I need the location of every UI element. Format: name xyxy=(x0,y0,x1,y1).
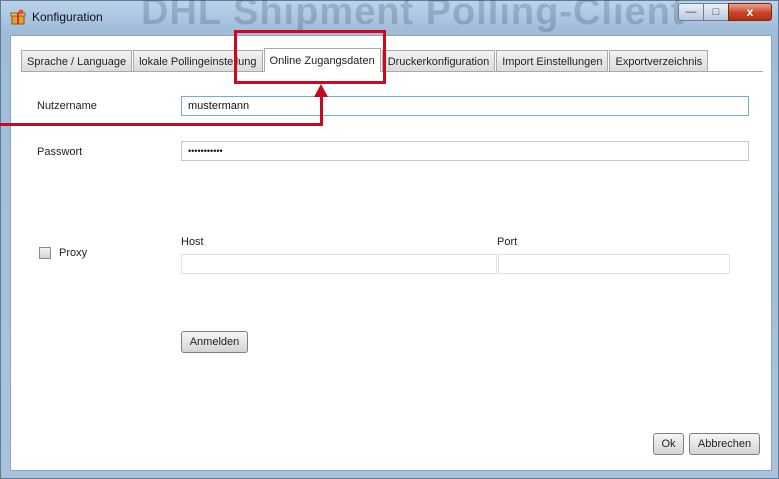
minimize-icon: — xyxy=(685,6,697,18)
proxy-label: Proxy xyxy=(59,247,88,259)
username-input[interactable]: mustermann xyxy=(181,96,749,116)
minimize-button[interactable]: — xyxy=(678,3,704,21)
title-bar[interactable]: DHL Shipment Polling-Client Konfiguratio… xyxy=(1,0,779,35)
password-input[interactable]: ••••••••••• xyxy=(181,141,749,161)
login-button[interactable]: Anmelden xyxy=(181,331,248,353)
tab-sprache-language[interactable]: Sprache / Language xyxy=(21,50,133,72)
annotation-arrow-line-vertical xyxy=(320,96,323,126)
port-input[interactable] xyxy=(498,254,730,274)
annotation-arrowhead-icon xyxy=(314,84,328,97)
dialog-client-area: Sprache / Language lokale Pollingeinstel… xyxy=(10,35,772,471)
tab-panel-online-zugangsdaten: Nutzername mustermann Passwort •••••••••… xyxy=(21,71,763,462)
tab-exportverzeichnis[interactable]: Exportverzeichnis xyxy=(609,50,709,72)
app-package-icon xyxy=(10,9,26,25)
tab-strip: Sprache / Language lokale Pollingeinstel… xyxy=(21,48,709,72)
password-label: Passwort xyxy=(37,146,83,158)
background-watermark: DHL Shipment Polling-Client xyxy=(141,0,685,33)
host-label: Host xyxy=(181,236,204,248)
tab-druckerkonfiguration[interactable]: Druckerkonfiguration xyxy=(381,50,496,72)
tab-online-zugangsdaten[interactable]: Online Zugangsdaten xyxy=(263,48,381,72)
tab-import-einstellungen[interactable]: Import Einstellungen xyxy=(496,50,609,72)
host-input[interactable] xyxy=(181,254,497,274)
proxy-checkbox[interactable] xyxy=(39,247,51,259)
port-label: Port xyxy=(497,236,518,248)
cancel-button[interactable]: Abbrechen xyxy=(689,433,760,455)
window-frame: DHL Shipment Polling-Client Konfiguratio… xyxy=(0,0,779,479)
annotation-arrow-line-horizontal xyxy=(0,123,322,126)
maximize-icon: □ xyxy=(712,6,720,18)
username-label: Nutzername xyxy=(37,100,97,112)
close-button[interactable]: x xyxy=(728,3,772,21)
window-title: Konfiguration xyxy=(32,10,103,24)
window-controls: — □ x xyxy=(678,3,772,23)
maximize-button[interactable]: □ xyxy=(703,3,729,21)
close-icon: x xyxy=(746,5,754,19)
ok-button[interactable]: Ok xyxy=(653,433,684,455)
